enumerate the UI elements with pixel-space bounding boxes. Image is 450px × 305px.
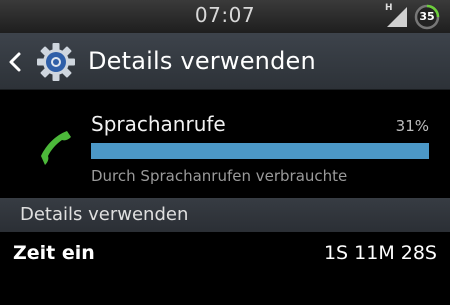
detail-label: Zeit ein [13, 242, 95, 264]
usage-percent: 31% [395, 117, 429, 135]
usage-progress-bar [91, 143, 429, 159]
phone-call-icon [41, 131, 71, 165]
chevron-left-icon[interactable] [8, 51, 22, 73]
page-title: Details verwenden [88, 47, 316, 75]
clock: 07:07 [194, 3, 256, 27]
usage-name: Sprachanrufe [91, 112, 226, 136]
usage-description: Durch Sprachanrufen verbrauchte [91, 167, 348, 185]
section-header: Details verwenden [0, 198, 450, 232]
detail-value: 1S 11M 28S [323, 242, 437, 264]
detail-row: Zeit ein 1S 11M 28S [0, 232, 450, 276]
gear-icon[interactable] [36, 42, 76, 82]
signal-icon [387, 7, 407, 27]
section-title: Details verwenden [20, 204, 189, 225]
usage-progress-fill [91, 143, 429, 159]
battery-level: 35 [419, 10, 435, 23]
usage-item[interactable]: Sprachanrufe 31% Durch Sprachanrufen ver… [0, 91, 450, 197]
action-bar: Details verwenden [0, 33, 450, 90]
status-bar: 07:07 H 35 [0, 0, 450, 33]
